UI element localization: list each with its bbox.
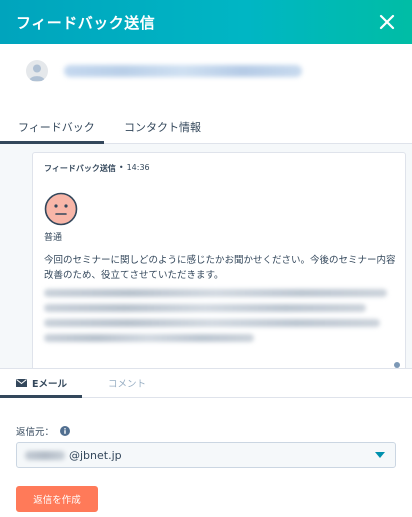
from-label-text: 返信元： bbox=[16, 427, 55, 438]
dialog-header: フィードバック送信 bbox=[0, 0, 412, 44]
compose-tabs: Eメール コメント bbox=[0, 368, 412, 398]
envelope-icon bbox=[16, 379, 27, 387]
neutral-face-icon bbox=[44, 192, 78, 226]
avatar-icon bbox=[26, 60, 48, 82]
tab-contact-info[interactable]: コンタクト情報 bbox=[124, 116, 201, 144]
contact-email-redacted bbox=[64, 65, 302, 77]
dialog-title: フィードバック送信 bbox=[16, 13, 156, 32]
contact-row bbox=[0, 52, 412, 90]
card-title: フィードバック送信 bbox=[44, 164, 116, 173]
tab-feedback[interactable]: フィードバック bbox=[18, 116, 95, 144]
from-user-redacted bbox=[25, 450, 65, 460]
answer-redacted bbox=[44, 289, 394, 349]
from-label: 返信元： bbox=[16, 424, 71, 438]
tab-comment[interactable]: コメント bbox=[108, 369, 146, 397]
feedback-feed[interactable]: フィードバック送信 • 14:36 普通 今回のセミナーに関しどのように感じたか… bbox=[0, 144, 412, 368]
card-time: 14:36 bbox=[126, 163, 150, 172]
meta-separator: • bbox=[118, 163, 124, 172]
from-address-select[interactable]: @jbnet.jp bbox=[16, 442, 396, 468]
rating-label: 普通 bbox=[44, 233, 63, 243]
feedback-card: フィードバック送信 • 14:36 普通 今回のセミナーに関しどのように感じたか… bbox=[32, 152, 406, 368]
compose-tab-indicator bbox=[0, 395, 82, 398]
detail-tabs: フィードバック コンタクト情報 bbox=[0, 116, 412, 144]
tab-email[interactable]: Eメール bbox=[16, 369, 67, 397]
from-domain: @jbnet.jp bbox=[69, 448, 122, 462]
tab-email-label: Eメール bbox=[32, 379, 67, 390]
close-icon[interactable] bbox=[374, 9, 400, 35]
card-meta: フィードバック送信 • 14:36 bbox=[44, 163, 150, 174]
info-icon[interactable] bbox=[60, 426, 71, 436]
create-reply-button[interactable]: 返信を作成 bbox=[16, 486, 98, 512]
caret-down-icon bbox=[375, 452, 385, 458]
survey-question: 今回のセミナーに関しどのように感じたかお聞かせください。今後のセミナー内容改善の… bbox=[44, 255, 396, 281]
